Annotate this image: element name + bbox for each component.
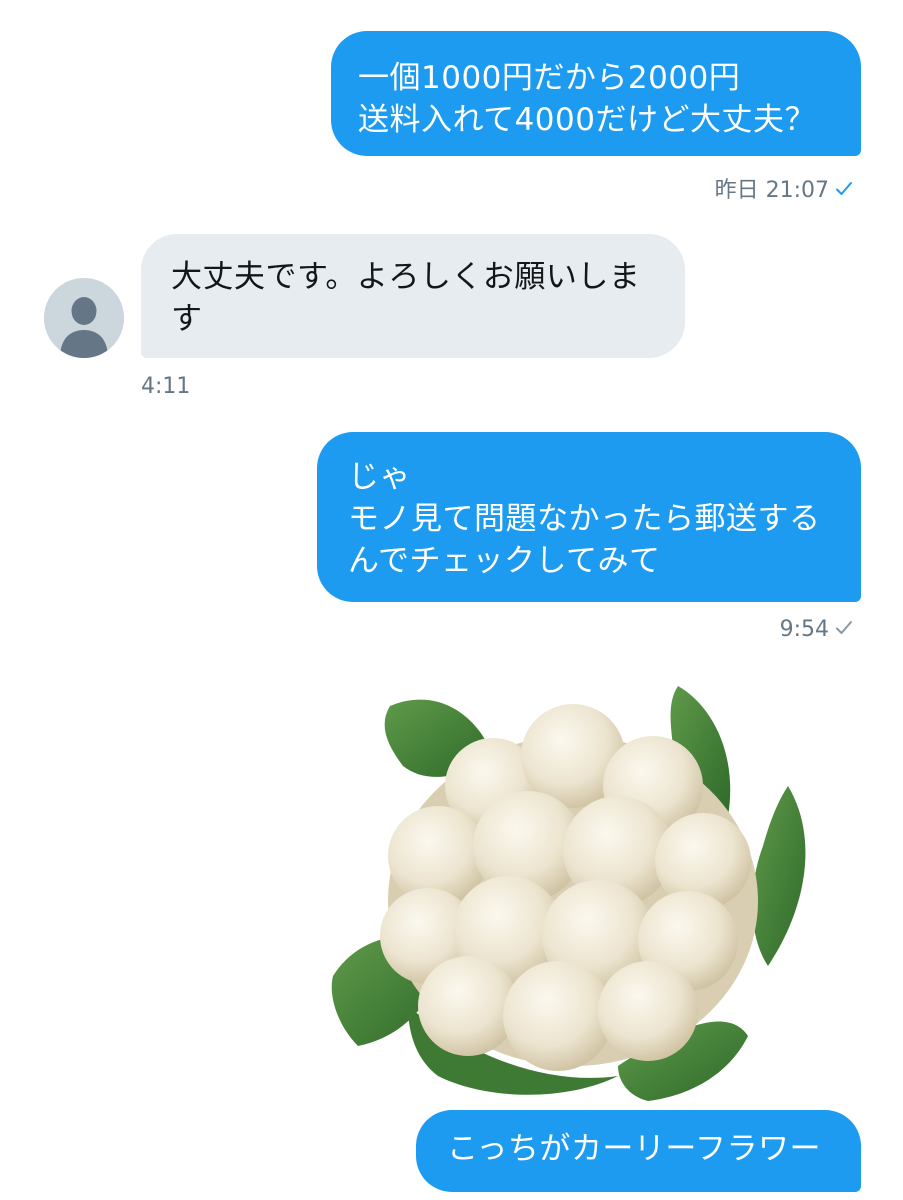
cauliflower-image bbox=[331, 686, 806, 1101]
message-timestamp: 4:11 bbox=[141, 374, 190, 399]
checkmark-icon bbox=[835, 617, 853, 642]
checkmark-icon bbox=[835, 178, 853, 203]
default-avatar-icon[interactable] bbox=[44, 278, 124, 358]
outgoing-message-bubble[interactable]: こっちがカーリーフラワー bbox=[416, 1110, 861, 1192]
timestamp-text: 4:11 bbox=[141, 374, 191, 399]
incoming-message-bubble[interactable]: 大丈夫です。よろしくお願いしま す bbox=[141, 234, 685, 358]
timestamp-text: 昨日 21:07 bbox=[714, 178, 829, 203]
cauliflower-photo[interactable] bbox=[318, 676, 861, 1108]
outgoing-message-bubble[interactable]: 一個1000円だから2000円 送料入れて4000だけど大丈夫？ bbox=[331, 31, 861, 156]
message-timestamp: 9:54 bbox=[780, 617, 853, 642]
message-timestamp: 昨日 21:07 bbox=[715, 172, 853, 204]
outgoing-message-bubble[interactable]: じゃ モノ見て問題なかったら郵送する んでチェックしてみて bbox=[317, 432, 861, 602]
timestamp-text: 9:54 bbox=[779, 617, 829, 642]
